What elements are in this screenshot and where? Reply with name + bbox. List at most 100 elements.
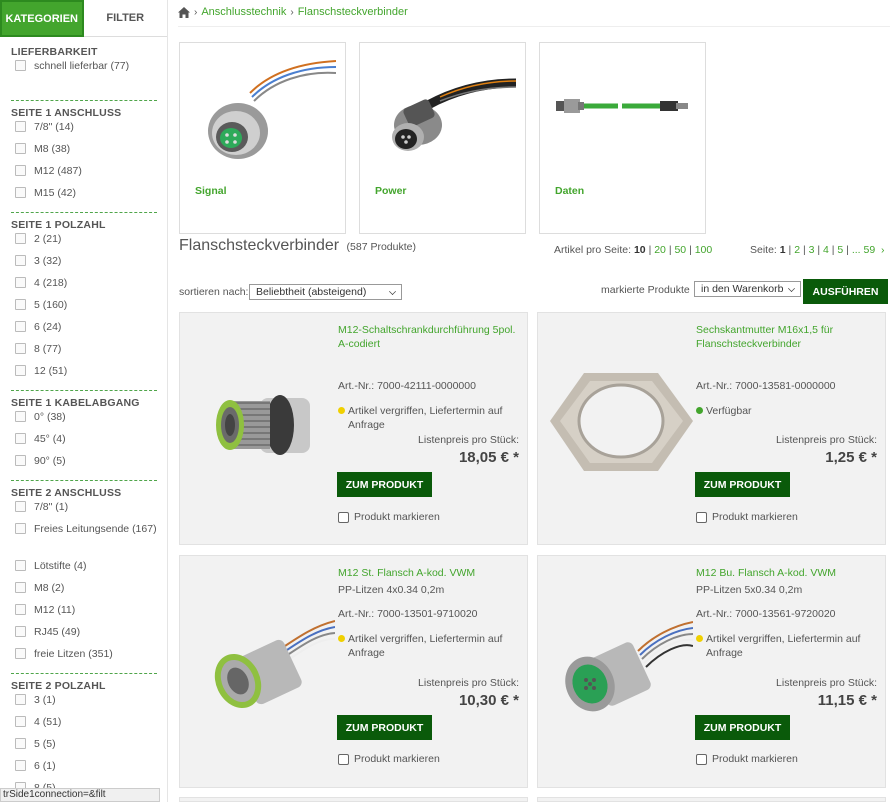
category-label-signal[interactable]: Signal	[195, 185, 227, 197]
filter-checkbox[interactable]	[15, 523, 26, 534]
mark-product-label: Produkt markieren	[712, 753, 798, 765]
filter-option[interactable]: freie Litzen (351)	[11, 647, 157, 669]
filter-checkbox[interactable]	[15, 277, 26, 288]
checkbox-box[interactable]	[338, 753, 349, 765]
filter-checkbox[interactable]	[15, 60, 26, 71]
category-label-power[interactable]: Power	[375, 185, 407, 197]
filter-option-label: 7/8" (14)	[34, 121, 74, 133]
sort-select[interactable]: Beliebtheit (absteigend)	[249, 284, 402, 300]
filter-option[interactable]: 6 (24)	[11, 320, 157, 342]
filter-option[interactable]: 3 (32)	[11, 254, 157, 276]
mark-product-checkbox[interactable]: Produkt markieren	[338, 511, 440, 523]
filter-option[interactable]: Lötstifte (4)	[11, 559, 157, 581]
filter-option[interactable]: 4 (218)	[11, 276, 157, 298]
breadcrumb-link-flanschsteckverbinder[interactable]: Flanschsteckverbinder	[298, 6, 408, 18]
filter-option[interactable]: 45° (4)	[11, 432, 157, 454]
filter-checkbox[interactable]	[15, 365, 26, 376]
filter-option[interactable]: M8 (2)	[11, 581, 157, 603]
filter-checkbox[interactable]	[15, 604, 26, 615]
product-name[interactable]: M12-Schaltschrankdurchführung 5pol. A-co…	[338, 323, 521, 351]
product-image	[214, 620, 335, 709]
page-link-2[interactable]: 2	[794, 244, 800, 256]
next-page-icon[interactable]: ›	[878, 244, 885, 256]
page-link-5[interactable]: 5	[837, 244, 843, 256]
category-tile-power[interactable]: Power	[359, 42, 526, 234]
filter-checkbox[interactable]	[15, 411, 26, 422]
category-tile-daten[interactable]: Daten	[539, 42, 706, 234]
home-icon[interactable]	[178, 6, 190, 18]
filter-option[interactable]: 4 (51)	[11, 715, 157, 737]
filter-option[interactable]: 12 (51)	[11, 364, 157, 386]
product-info: M12-Schaltschrankdurchführung 5pol. A-co…	[338, 323, 521, 351]
filter-checkbox[interactable]	[15, 582, 26, 593]
filter-checkbox[interactable]	[15, 694, 26, 705]
per-page-option-20[interactable]: 20	[654, 244, 666, 256]
filter-option[interactable]: 90° (5)	[11, 454, 157, 476]
filter-option[interactable]: 6 (1)	[11, 759, 157, 781]
filter-checkbox[interactable]	[15, 738, 26, 749]
checkbox-box[interactable]	[696, 753, 707, 765]
filter-checkbox[interactable]	[15, 299, 26, 310]
filter-checkbox[interactable]	[15, 560, 26, 571]
filter-option[interactable]: 2 (21)	[11, 232, 157, 254]
filter-option[interactable]: 3 (1)	[11, 693, 157, 715]
filter-option-label: 45° (4)	[34, 433, 66, 445]
availability-text: Artikel vergriffen, Liefertermin auf Anf…	[348, 405, 503, 431]
filter-checkbox[interactable]	[15, 501, 26, 512]
marked-action-select[interactable]: in den Warenkorb	[694, 281, 801, 297]
product-name[interactable]: Sechskantmutter M16x1,5 für Flanschsteck…	[696, 323, 879, 351]
checkbox-box[interactable]	[338, 511, 349, 523]
mark-product-checkbox[interactable]: Produkt markieren	[696, 753, 798, 765]
page-link-4[interactable]: 4	[823, 244, 829, 256]
filter-checkbox[interactable]	[15, 121, 26, 132]
to-product-button[interactable]: ZUM PRODUKT	[695, 472, 790, 497]
filter-option[interactable]: Freies Leitungsende (167)	[11, 522, 157, 559]
filter-checkbox[interactable]	[15, 187, 26, 198]
tab-filter[interactable]: FILTER	[83, 0, 167, 37]
filter-option[interactable]: M8 (38)	[11, 142, 157, 164]
product-name[interactable]: M12 Bu. Flansch A-kod. VWM	[696, 566, 879, 580]
filter-option[interactable]: 5 (5)	[11, 737, 157, 759]
category-tile-signal[interactable]: Signal	[179, 42, 346, 234]
per-page-option-100[interactable]: 100	[695, 244, 713, 256]
filter-checkbox[interactable]	[15, 626, 26, 637]
mark-product-checkbox[interactable]: Produkt markieren	[338, 753, 440, 765]
filter-checkbox[interactable]	[15, 233, 26, 244]
page-link-3[interactable]: 3	[809, 244, 815, 256]
filter-option[interactable]: 7/8" (14)	[11, 120, 157, 142]
per-page-option-50[interactable]: 50	[674, 244, 686, 256]
pagination: Seite: 1 | 2 | 3 | 4 | 5 | ... 59 ›	[750, 244, 885, 256]
checkbox-box[interactable]	[696, 511, 707, 523]
filter-checkbox[interactable]	[15, 455, 26, 466]
filter-option[interactable]: 7/8" (1)	[11, 500, 157, 522]
filter-option[interactable]: 8 (77)	[11, 342, 157, 364]
to-product-button[interactable]: ZUM PRODUKT	[695, 715, 790, 740]
filter-checkbox[interactable]	[15, 648, 26, 659]
availability-text: Verfügbar	[706, 405, 752, 417]
page-title: Flanschsteckverbinder (587 Produkte)	[179, 237, 416, 255]
filter-option[interactable]: schnell lieferbar (77)	[11, 59, 157, 96]
filter-checkbox[interactable]	[15, 716, 26, 727]
filter-checkbox[interactable]	[15, 255, 26, 266]
filter-option[interactable]: 5 (160)	[11, 298, 157, 320]
filter-option[interactable]: RJ45 (49)	[11, 625, 157, 647]
filter-option[interactable]: M12 (487)	[11, 164, 157, 186]
page-link-last[interactable]: ... 59	[852, 244, 875, 256]
tab-categories[interactable]: KATEGORIEN	[0, 0, 84, 37]
filter-checkbox[interactable]	[15, 143, 26, 154]
filter-checkbox[interactable]	[15, 321, 26, 332]
filter-option[interactable]: M15 (42)	[11, 186, 157, 208]
breadcrumb-link-anschlusstechnik[interactable]: Anschlusstechnik	[201, 6, 286, 18]
to-product-button[interactable]: ZUM PRODUKT	[337, 472, 432, 497]
filter-option[interactable]: M12 (11)	[11, 603, 157, 625]
filter-checkbox[interactable]	[15, 433, 26, 444]
execute-button[interactable]: AUSFÜHREN	[803, 279, 888, 304]
filter-option[interactable]: 0° (38)	[11, 410, 157, 432]
product-name[interactable]: M12 St. Flansch A-kod. VWM	[338, 566, 521, 580]
to-product-button[interactable]: ZUM PRODUKT	[337, 715, 432, 740]
filter-checkbox[interactable]	[15, 760, 26, 771]
mark-product-checkbox[interactable]: Produkt markieren	[696, 511, 798, 523]
filter-checkbox[interactable]	[15, 343, 26, 354]
filter-checkbox[interactable]	[15, 165, 26, 176]
category-label-daten[interactable]: Daten	[555, 185, 584, 197]
